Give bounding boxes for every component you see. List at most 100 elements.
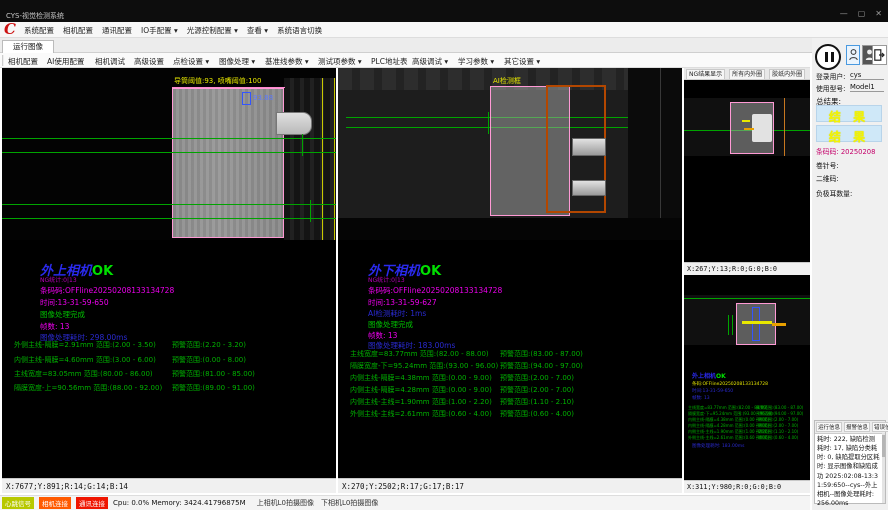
- app-logo-icon: C: [4, 20, 16, 38]
- app-window: CYS-视觉检测系统 — ▢ ✕ C 系统配置 相机配置 通讯配置 IO手配置 …: [0, 0, 888, 522]
- camera-capture-status: 上相机L0拍摄图像 下相机L0拍摄图像: [257, 498, 379, 508]
- tool-spot-check[interactable]: 点检设置 ▾: [173, 56, 209, 67]
- mini-frames: 帧数: 13: [692, 395, 710, 401]
- green-tick: [488, 112, 489, 134]
- green-baseline: [2, 138, 336, 139]
- orange-mark: [772, 323, 786, 326]
- info-tabs: 运行信息 报警信息 错误信息: [815, 421, 885, 434]
- menu-system-config[interactable]: 系统配置: [24, 25, 54, 36]
- threshold-overlay-label: 导筒阈值:93, 喷嘴阈值:100: [174, 76, 261, 86]
- tab-tape-rings[interactable]: 胶纸内外圈: [769, 69, 805, 79]
- warn-range-text: 预警范围:(81.00 - 85.00): [172, 369, 255, 379]
- metal-tab: [572, 180, 606, 196]
- mini-elapsed: 图像处理耗时: 183.00ms: [692, 443, 744, 449]
- yellow-ref-line: [334, 78, 335, 240]
- green-tick: [310, 200, 311, 222]
- machine-shadow: [628, 68, 682, 218]
- warn-range-text: 预警范围:(2.00 - 7.00): [500, 385, 574, 395]
- tool-other-settings[interactable]: 其它设置 ▾: [504, 56, 540, 67]
- ai-detect-label: AI检测框: [493, 76, 521, 86]
- result-text: 结 果: [829, 110, 869, 124]
- warn-range-text: 预警范围:(89.00 - 91.00): [172, 383, 255, 393]
- pixel-coords-readout: X:311;Y:980;R:0;G:0;B:0: [684, 480, 810, 493]
- tab-connector-blob: [276, 112, 312, 135]
- menu-camera-config[interactable]: 相机配置: [63, 25, 93, 36]
- pixel-coords-readout: X:7677;Y:891;R:14;G:14;B:14: [2, 478, 336, 493]
- small-view-bottom[interactable]: 外上相机OK 条码:OFFline20250208133134728 时间:13…: [684, 275, 810, 480]
- tool-camera-config[interactable]: 相机配置: [8, 56, 38, 67]
- tool-camera-debug[interactable]: 相机调试: [95, 56, 125, 67]
- maximize-button[interactable]: ▢: [858, 9, 866, 18]
- pause-button[interactable]: [815, 44, 841, 70]
- small-view-top[interactable]: [684, 80, 810, 262]
- measure-text: 主线宽度=83.05mm 范围:(80.00 - 86.00): [14, 369, 153, 379]
- menu-view[interactable]: 查看 ▾: [247, 25, 268, 36]
- green-baseline: [684, 298, 810, 299]
- measure-marker-box: [242, 92, 251, 105]
- right-sidebar: 登录用户: cys 使用型号: Model1 总结果: 结 果 结 果 条码码:…: [812, 38, 888, 510]
- camera-link-badge: 相机连接: [39, 497, 71, 509]
- qr-code-label: 二维码:: [816, 173, 839, 183]
- measure-text: 内侧主线-隔膜=4.38mm 范围:(0.00 - 9.00): [350, 373, 492, 383]
- tool-advanced-debug[interactable]: 高级调试 ▾: [412, 56, 448, 67]
- measure-text: 主线宽度=83.77mm 范围:(82.00 - 88.00): [350, 349, 489, 359]
- neg-tab-count-label: 负极耳数量:: [816, 188, 852, 198]
- menu-light-config[interactable]: 光源控制配置 ▾: [187, 25, 238, 36]
- tool-plc-address[interactable]: PLC地址表: [371, 56, 407, 67]
- tool-baseline-params[interactable]: 基准线参数 ▾: [265, 56, 309, 67]
- minimize-button[interactable]: —: [840, 9, 848, 18]
- measure-row: 主线宽度=83.05mm 范围:(80.00 - 86.00) 预警范围:(81…: [2, 369, 336, 379]
- user-icon: [849, 49, 858, 61]
- warn-range-text: 预警范围:(0.60 - 4.00): [500, 409, 574, 419]
- measure-row: 外侧主线-隔膜=2.91mm 范围:(2.00 - 3.50) 预警范围:(2.…: [2, 340, 336, 350]
- menu-io-config[interactable]: IO手配置 ▾: [141, 25, 178, 36]
- cpu-memory-readout: Cpu: 0.0% Memory: 3424.41796875M: [113, 499, 246, 507]
- login-user-value[interactable]: cys: [850, 71, 884, 80]
- pixel-coords-readout: X:267;Y:13;R:0;G:0;B:0: [684, 262, 810, 275]
- tool-ai-usage-config[interactable]: AI使用配置: [47, 56, 84, 67]
- tab-alarm-info[interactable]: 报警信息: [844, 422, 870, 432]
- tab-all-rings[interactable]: 所有内外圈: [729, 69, 765, 79]
- info-panel: 运行信息 报警信息 错误信息 耗时: 222, 缺陷检测耗时: 17, 缺陷分类…: [814, 420, 886, 504]
- tab-run-image[interactable]: 运行图像: [2, 40, 54, 53]
- close-button[interactable]: ✕: [875, 9, 882, 18]
- camera-view-lower[interactable]: AI检测框 外下相机OK NG统计:0|13 条码码:OFFline202502…: [338, 68, 682, 493]
- measure-text: 外侧主线-主线=2.61mm 范围:(0.60 - 4.00): [350, 409, 492, 419]
- measure-row: 内侧主线-隔膜=4.38mm 范围:(0.00 - 9.00) 预警范围:(2.…: [338, 373, 682, 383]
- camera-image-upper[interactable]: 导筒阈值:93, 喷嘴阈值:100 93.88: [2, 68, 336, 240]
- green-tick: [732, 315, 733, 335]
- menu-bar: C 系统配置 相机配置 通讯配置 IO手配置 ▾ 光源控制配置 ▾ 查看 ▾ 系…: [0, 22, 888, 38]
- measure-marker-value: 93.88: [253, 94, 273, 102]
- user-login-button[interactable]: [846, 45, 860, 65]
- yellow-mark: [742, 120, 750, 122]
- model-value[interactable]: Model1: [850, 83, 884, 92]
- green-baseline: [2, 218, 336, 219]
- login-user-label: 登录用户:: [816, 71, 845, 81]
- exit-button[interactable]: [872, 45, 887, 65]
- green-baseline: [2, 152, 336, 153]
- measure-text: 隔膜宽度-下=95.24mm 范围:(93.00 - 96.00): [350, 361, 498, 371]
- ng-result-tabs: NG结果显示 所有内外圈 胶纸内外圈: [684, 68, 810, 80]
- warn-range-text: 预警范围:(0.00 - 8.00): [172, 355, 246, 365]
- camera-view-upper[interactable]: 导筒阈值:93, 喷嘴阈值:100 93.88 外上相机OK NG统计:0|13…: [2, 68, 336, 493]
- info-log-text: 耗时: 222, 缺陷检测耗时: 17, 缺陷分类耗时: 0, 缺陷提取分区耗时…: [815, 434, 885, 509]
- tool-learn-params[interactable]: 学习参数 ▾: [458, 56, 494, 67]
- menu-comm-config[interactable]: 通讯配置: [102, 25, 132, 36]
- mini-measure-row: 外侧主线-主线=2.61mm 范围:(0.60 - 4.00) 预警范围:(0.…: [684, 435, 810, 441]
- tab-error-info[interactable]: 错误信息: [872, 422, 888, 432]
- camera-image-lower[interactable]: AI检测框: [338, 68, 682, 240]
- bright-blob: [752, 114, 772, 142]
- tab-run-info[interactable]: 运行信息: [816, 422, 842, 432]
- tab-ng-result[interactable]: NG结果显示: [686, 69, 725, 79]
- info-scrollbar[interactable]: [882, 433, 885, 503]
- measure-text: 内侧主线-主线=1.90mm 范围:(1.00 - 2.20): [350, 397, 492, 407]
- measure-text: 内侧主线-隔膜=4.60mm 范围:(3.00 - 6.00): [14, 355, 156, 365]
- menu-language-switch[interactable]: 系统语言切换: [277, 25, 322, 36]
- tool-test-params[interactable]: 测试项参数 ▾: [318, 56, 362, 67]
- cell-region-box: [172, 88, 284, 238]
- tool-image-processing[interactable]: 图像处理 ▾: [219, 56, 255, 67]
- ai-time-line: AI检测耗时: 1ms: [368, 308, 426, 319]
- tool-advanced-settings[interactable]: 高级设置: [134, 56, 164, 67]
- orange-mark: [744, 128, 754, 130]
- yellow-ref-line: [322, 78, 323, 240]
